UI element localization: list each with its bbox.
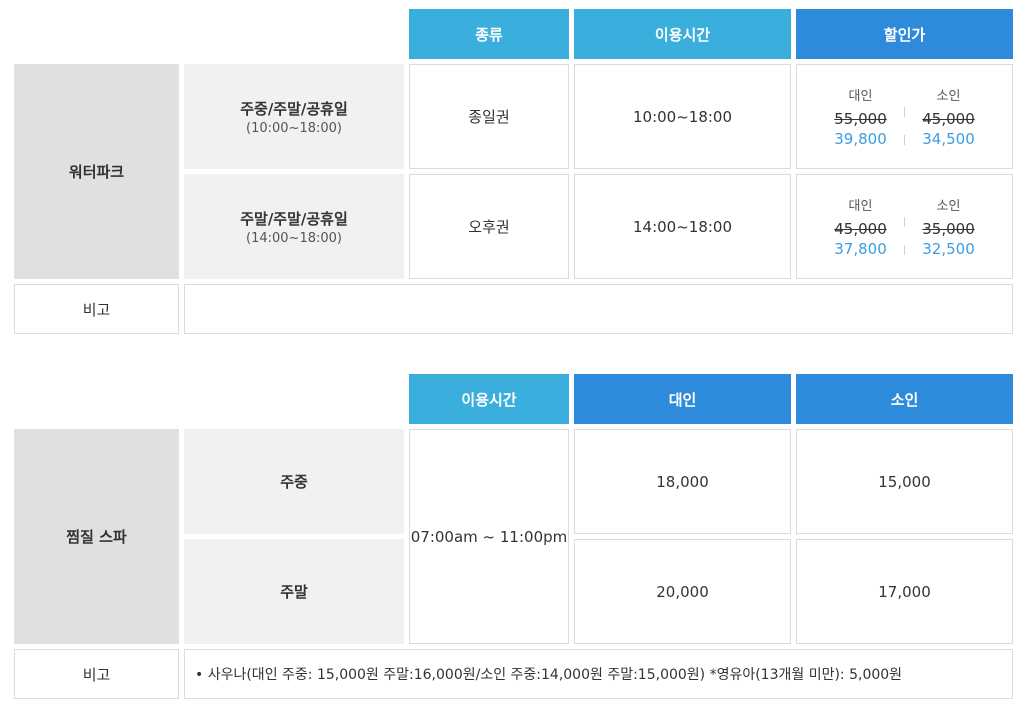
days-cell-1: 주중/주말/공휴일 (10:00~18:00)	[184, 64, 404, 169]
hours-label: (14:00~18:00)	[246, 230, 342, 246]
price-cell: 대인 45,000 37,800 소인 35,000 32,500	[796, 174, 1013, 279]
child-price-weekday: 15,000	[796, 429, 1013, 534]
adult-price-weekday: 18,000	[574, 429, 791, 534]
adult-label: 대인	[848, 199, 873, 214]
note-label: 비고	[14, 284, 179, 334]
adult-original-price: 55,000	[834, 110, 887, 128]
child-label: 소인	[936, 199, 961, 214]
ticket-type-cell: 종일권	[409, 64, 569, 169]
days-label: 주말/주말/공휴일	[240, 209, 348, 228]
note-text: • 사우나(대인 주중: 15,000원 주말:16,000원/소인 주중:14…	[184, 649, 1013, 699]
child-label: 소인	[936, 89, 961, 104]
child-discount-price: 34,500	[922, 130, 975, 148]
hours-label: (10:00~18:00)	[246, 120, 342, 136]
child-price: 소인 35,000 32,500	[905, 195, 992, 258]
price-cell: 대인 55,000 39,800 소인 45,000 34,500	[796, 64, 1013, 169]
adult-original-price: 45,000	[834, 220, 887, 238]
header-time: 이용시간	[409, 374, 569, 424]
header-discount: 할인가	[796, 9, 1013, 59]
adult-price: 대인 45,000 37,800	[817, 195, 904, 258]
adult-label: 대인	[848, 89, 873, 104]
note-label: 비고	[14, 649, 179, 699]
day-weekday: 주중	[184, 429, 404, 534]
note-text	[184, 284, 1013, 334]
child-original-price: 45,000	[922, 110, 975, 128]
days-cell-2: 주말/주말/공휴일 (14:00~18:00)	[184, 174, 404, 279]
spa-time-cell: 07:00am ~ 11:00pm	[409, 429, 569, 644]
child-price-weekend: 17,000	[796, 539, 1013, 644]
category-waterpark: 워터파크	[14, 64, 179, 279]
adult-price-weekend: 20,000	[574, 539, 791, 644]
header-type: 종류	[409, 9, 569, 59]
adult-discount-price: 37,800	[834, 240, 887, 258]
time-cell: 14:00~18:00	[574, 174, 791, 279]
time-cell: 10:00~18:00	[574, 64, 791, 169]
header-child: 소인	[796, 374, 1013, 424]
header-time: 이용시간	[574, 9, 791, 59]
category-spa: 찜질 스파	[14, 429, 179, 644]
ticket-type-cell: 오후권	[409, 174, 569, 279]
days-label: 주중/주말/공휴일	[240, 99, 348, 118]
child-original-price: 35,000	[922, 220, 975, 238]
child-discount-price: 32,500	[922, 240, 975, 258]
child-price: 소인 45,000 34,500	[905, 85, 992, 148]
day-weekend: 주말	[184, 539, 404, 644]
adult-price: 대인 55,000 39,800	[817, 85, 904, 148]
adult-discount-price: 39,800	[834, 130, 887, 148]
header-adult: 대인	[574, 374, 791, 424]
